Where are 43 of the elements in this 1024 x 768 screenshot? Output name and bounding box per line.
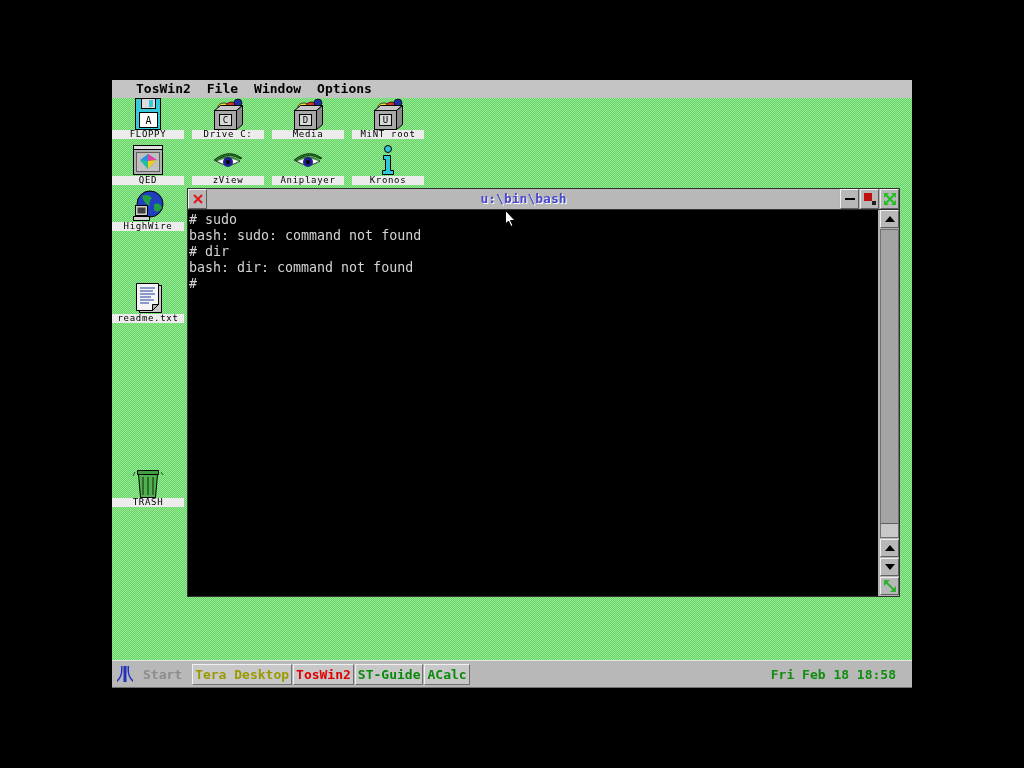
scroll-up-button[interactable] (880, 539, 899, 557)
terminal-line: # dir (189, 244, 230, 260)
down-triangle-icon (884, 564, 895, 570)
up-triangle-icon (884, 216, 895, 222)
icon-label[interactable]: zView (192, 176, 264, 185)
minimize-button[interactable] (840, 189, 859, 209)
mouse-pointer-icon (505, 210, 516, 227)
menu-item[interactable]: Window (246, 80, 310, 98)
icon-label[interactable]: QED (112, 176, 184, 185)
clock: Fri Feb 18 18:58 (770, 666, 896, 682)
menu-item[interactable]: TosWin2 (128, 80, 199, 98)
up-triangle-icon (884, 545, 895, 551)
iconify-button[interactable] (860, 189, 879, 209)
icon-label[interactable]: Media (272, 130, 344, 139)
fullscreen-button[interactable] (880, 189, 899, 209)
icon-label[interactable]: HighWire (112, 222, 184, 231)
logo-icon (117, 666, 133, 682)
terminal-line: bash: dir: command not found (189, 260, 414, 276)
scroll-up-button[interactable] (880, 210, 899, 228)
icon-label[interactable]: MiNT root (352, 130, 424, 139)
terminal-line: bash: sudo: command not found (189, 228, 422, 244)
terminal-line: # (189, 276, 197, 292)
squares-icon (863, 193, 876, 205)
terminal-area[interactable]: # sudo bash: sudo: command not found # dir bash: dir: command not found # (188, 210, 878, 596)
dash-icon (844, 198, 855, 200)
window-title: u:\bin\bash (208, 189, 839, 209)
menu-item[interactable]: File (198, 80, 247, 98)
window-gem-icon[interactable] (132, 144, 164, 176)
icon-label[interactable]: TRASH (112, 498, 184, 507)
expand-arrows-icon (883, 193, 896, 205)
icon-label[interactable]: readme.txt (112, 314, 184, 323)
terminal-line: # sudo (189, 212, 238, 228)
diagonal-arrow-icon (883, 580, 896, 592)
resize-button[interactable] (880, 577, 899, 595)
scroll-down-button[interactable] (880, 558, 899, 576)
globe-computer-icon[interactable] (132, 190, 164, 222)
menu-item[interactable]: Options (309, 80, 380, 98)
icon-label[interactable]: Kronos (352, 176, 424, 185)
close-button[interactable] (188, 189, 207, 209)
icon-label[interactable]: FLOPPY (112, 130, 184, 139)
close-icon (192, 194, 203, 204)
icon-label[interactable]: Aniplayer (272, 176, 344, 185)
icon-label[interactable]: Drive C: (192, 130, 264, 139)
